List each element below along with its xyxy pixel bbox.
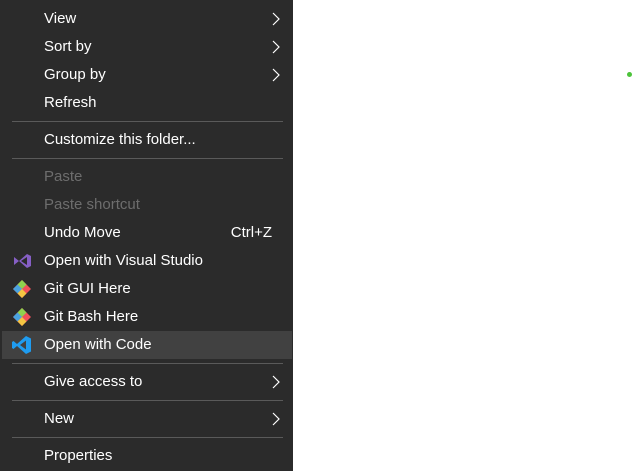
visual-studio-icon bbox=[14, 254, 31, 268]
menu-item-customize-folder[interactable]: Customize this folder... bbox=[2, 126, 292, 154]
menu-item-properties[interactable]: Properties bbox=[2, 442, 292, 470]
menu-separator bbox=[12, 437, 283, 438]
menu-item-git-gui-here[interactable]: Git GUI Here bbox=[2, 275, 292, 303]
chevron-right-icon bbox=[272, 40, 280, 54]
menu-item-label: Refresh bbox=[44, 94, 97, 111]
menu-separator bbox=[12, 400, 283, 401]
menu-separator bbox=[12, 121, 283, 122]
menu-item-label: Open with Code bbox=[44, 336, 152, 353]
menu-item-label: Paste bbox=[44, 168, 83, 185]
menu-item-label: Properties bbox=[44, 447, 113, 464]
menu-item-sort-by[interactable]: Sort by bbox=[2, 33, 292, 61]
menu-item-label: Customize this folder... bbox=[44, 131, 196, 148]
chevron-right-icon bbox=[272, 375, 280, 389]
chevron-right-icon bbox=[272, 412, 280, 426]
chevron-right-icon bbox=[272, 12, 280, 26]
menu-item-refresh[interactable]: Refresh bbox=[2, 89, 292, 117]
context-menu: View Sort by Group by Refresh Customize … bbox=[0, 0, 293, 471]
menu-separator bbox=[12, 158, 283, 159]
menu-separator bbox=[12, 363, 283, 364]
menu-item-open-with-code[interactable]: Open with Code bbox=[2, 331, 292, 359]
vscode-icon bbox=[12, 336, 31, 354]
menu-item-label: Give access to bbox=[44, 373, 143, 390]
git-icon bbox=[13, 280, 31, 298]
menu-item-label: Open with Visual Studio bbox=[44, 252, 203, 269]
menu-item-give-access-to[interactable]: Give access to bbox=[2, 368, 292, 396]
status-dot bbox=[627, 72, 632, 77]
menu-item-label: Group by bbox=[44, 66, 106, 83]
menu-item-label: View bbox=[44, 10, 77, 27]
menu-item-label: Sort by bbox=[44, 38, 92, 55]
menu-item-label: Git Bash Here bbox=[44, 308, 139, 325]
menu-item-new[interactable]: New bbox=[2, 405, 292, 433]
git-icon bbox=[13, 308, 31, 326]
menu-item-git-bash-here[interactable]: Git Bash Here bbox=[2, 303, 292, 331]
menu-item-paste-shortcut: Paste shortcut bbox=[2, 191, 292, 219]
menu-item-view[interactable]: View bbox=[2, 5, 292, 33]
menu-item-label: Paste shortcut bbox=[44, 196, 140, 213]
menu-item-open-with-visual-studio[interactable]: Open with Visual Studio bbox=[2, 247, 292, 275]
menu-item-paste: Paste bbox=[2, 163, 292, 191]
menu-item-label: Undo Move bbox=[44, 224, 121, 241]
menu-item-label: Git GUI Here bbox=[44, 280, 131, 297]
menu-item-label: New bbox=[44, 410, 75, 427]
menu-item-shortcut: Ctrl+Z bbox=[230, 224, 272, 241]
menu-item-group-by[interactable]: Group by bbox=[2, 61, 292, 89]
chevron-right-icon bbox=[272, 68, 280, 82]
menu-item-undo-move[interactable]: Undo Move Ctrl+Z bbox=[2, 219, 292, 247]
